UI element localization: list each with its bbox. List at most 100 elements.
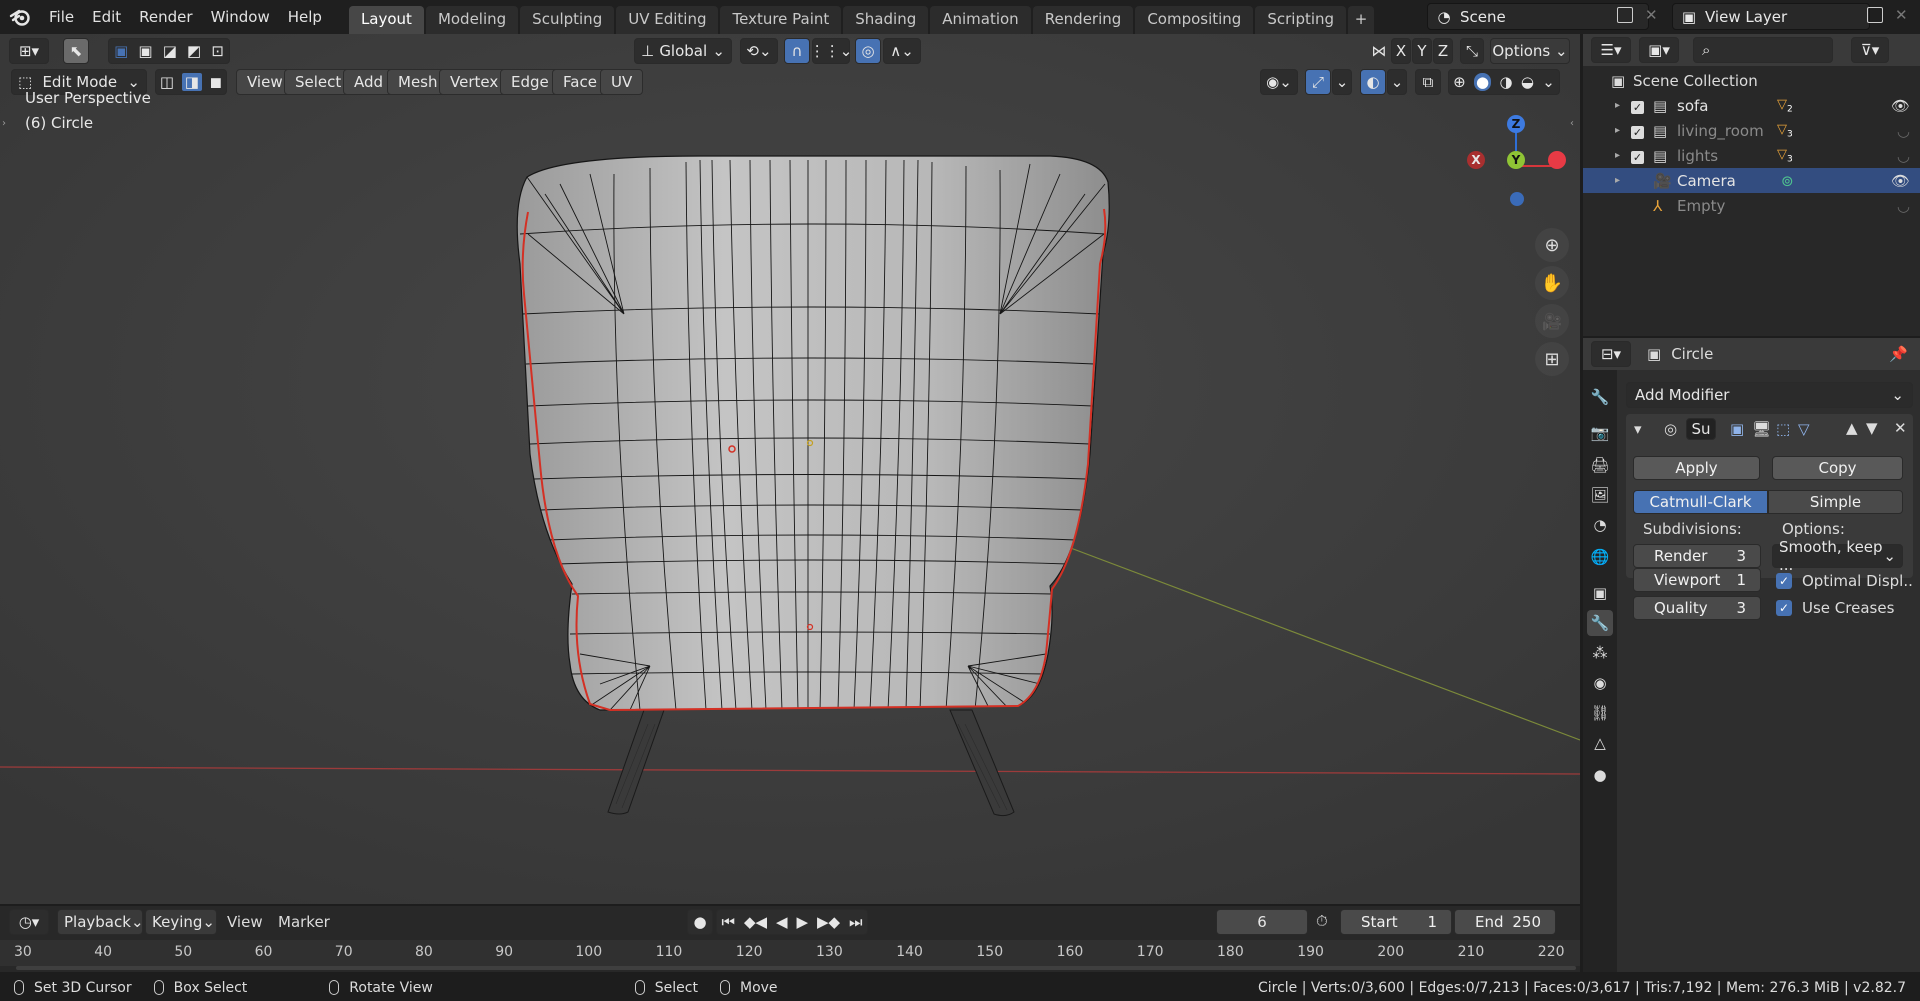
- select-invert-icon[interactable]: ◩: [187, 42, 201, 60]
- output-tab-icon[interactable]: 🖨: [1587, 452, 1613, 478]
- visibility-checkbox[interactable]: ✓: [1631, 97, 1653, 115]
- prev-keyframe-icon[interactable]: ◆◀: [744, 913, 767, 931]
- edge-select-icon[interactable]: ◨: [181, 73, 202, 91]
- blender-logo-icon[interactable]: [0, 0, 40, 34]
- expand-arrow-icon[interactable]: ▸: [1615, 125, 1631, 136]
- select-element-group[interactable]: ◫ ◨ ◼: [155, 69, 227, 95]
- quality-field[interactable]: Quality 3: [1633, 596, 1761, 620]
- display-mode-dropdown[interactable]: ▣▾: [1639, 37, 1679, 63]
- hidden-eye-icon[interactable]: ◡: [1897, 197, 1910, 215]
- hidden-eye-icon[interactable]: ◡: [1897, 147, 1910, 165]
- scene-selector[interactable]: ◔ Scene: [1427, 3, 1649, 30]
- move-up-icon[interactable]: ▲: [1846, 419, 1858, 437]
- gizmo-y-axis[interactable]: Y: [1507, 151, 1525, 169]
- menu-edit[interactable]: Edit: [83, 0, 130, 34]
- solid-shading-icon[interactable]: ●: [1474, 73, 1492, 91]
- add-modifier-dropdown[interactable]: Add Modifier ⌄: [1626, 382, 1913, 408]
- menu-help[interactable]: Help: [279, 0, 331, 34]
- wireframe-shading-icon[interactable]: ⊕: [1453, 73, 1466, 91]
- menu-render[interactable]: Render: [130, 0, 201, 34]
- world-tab-icon[interactable]: 🌐: [1587, 544, 1613, 570]
- new-view-layer-icon[interactable]: [1867, 7, 1883, 23]
- add-workspace-button[interactable]: +: [1348, 6, 1375, 34]
- outliner-row-camera[interactable]: ▸ 🎥 Camera ⊚ 👁: [1583, 168, 1920, 193]
- timeline-menu-view[interactable]: View: [227, 913, 263, 931]
- menu-file[interactable]: File: [40, 0, 83, 34]
- view-layer-tab-icon[interactable]: 🖼: [1587, 482, 1613, 508]
- use-creases-checkbox[interactable]: ✓ Use Creases: [1776, 599, 1894, 617]
- mirror-y-toggle[interactable]: Y: [1412, 38, 1432, 64]
- modifier-name-field[interactable]: Su: [1686, 418, 1716, 440]
- tab-layout[interactable]: Layout: [348, 6, 424, 34]
- next-keyframe-icon[interactable]: ▶◆: [817, 913, 840, 931]
- timeline-scrollbar[interactable]: [16, 966, 1576, 970]
- constraints-tab-icon[interactable]: ⛓: [1587, 700, 1613, 726]
- end-frame-field[interactable]: End 250: [1454, 909, 1556, 935]
- vertex-select-icon[interactable]: ◫: [160, 73, 174, 91]
- gizmo-neg-x-dot[interactable]: [1548, 151, 1566, 169]
- snap-target-dropdown[interactable]: ⋮⋮⌄: [810, 38, 852, 64]
- pin-icon[interactable]: 📌: [1889, 345, 1908, 363]
- move-down-icon[interactable]: ▼: [1866, 419, 1878, 437]
- object-tab-icon[interactable]: ▣: [1587, 580, 1613, 606]
- xray-toggle[interactable]: ⧉: [1415, 69, 1441, 95]
- filter-dropdown[interactable]: ⊽▾: [1851, 37, 1889, 63]
- select-subtract-icon[interactable]: ◪: [163, 42, 177, 60]
- expand-arrow-icon[interactable]: ▸: [1615, 150, 1631, 161]
- frame-ruler[interactable]: 30 40 50 60 70 80 90 100 110 120 130 140 150 160 170 18…: [0, 940, 1580, 966]
- jump-end-icon[interactable]: ⏭: [849, 913, 863, 931]
- 3d-viewport[interactable]: ⊞▾ ⬉ ▣ ▣ ◪ ◩ ⊡ ⊥ Global ⌄ ⟲⌄ ∩ ⋮⋮⌄ ◎ ∧⌄ ⋈ X Y …: [0, 34, 1580, 904]
- uv-smooth-dropdown[interactable]: Smooth, keep ... ⌄: [1772, 538, 1903, 574]
- outliner-row-sofa[interactable]: ▸ ✓ ▤ sofa ▽2 👁: [1583, 93, 1920, 118]
- gizmo-neg-z-dot[interactable]: [1510, 192, 1524, 206]
- render-levels-field[interactable]: Render 3: [1633, 544, 1761, 568]
- physics-tab-icon[interactable]: ◉: [1587, 670, 1613, 696]
- collapse-arrow-icon[interactable]: ▾: [1634, 420, 1642, 438]
- modifier-tab-icon[interactable]: 🔧: [1587, 610, 1613, 636]
- ortho-grid-icon[interactable]: ⊞: [1535, 342, 1569, 376]
- pivot-point-dropdown[interactable]: ⟲⌄: [740, 38, 778, 64]
- transform-orientation-dropdown[interactable]: ⊥ Global ⌄: [634, 38, 732, 64]
- tab-shading[interactable]: Shading: [843, 6, 929, 34]
- gizmo-dropdown[interactable]: ⌄: [1332, 69, 1352, 95]
- options-dropdown[interactable]: Options ⌄: [1490, 38, 1570, 64]
- mirror-x-toggle[interactable]: X: [1391, 38, 1411, 64]
- auto-merge-icon[interactable]: ⤡: [1460, 38, 1484, 64]
- keying-dropdown[interactable]: Keying ⌄: [145, 909, 217, 935]
- optimal-display-checkbox[interactable]: ✓ Optimal Displ..: [1776, 572, 1913, 590]
- outliner-row-lights[interactable]: ▸ ✓ ▤ lights ▽3 ◡: [1583, 143, 1920, 168]
- editmode-display-icon[interactable]: ⬚: [1776, 420, 1790, 438]
- outliner-editor-type-button[interactable]: ☰▾: [1591, 37, 1631, 63]
- material-shading-icon[interactable]: ◑: [1499, 73, 1512, 91]
- mirror-z-toggle[interactable]: Z: [1433, 38, 1453, 64]
- gizmo-z-axis[interactable]: Z: [1507, 115, 1525, 133]
- sidebar-collapse-icon[interactable]: ‹: [1570, 118, 1574, 129]
- camera-view-icon[interactable]: 🎥: [1535, 304, 1569, 338]
- visibility-checkbox[interactable]: ✓: [1631, 122, 1653, 140]
- simple-option[interactable]: Simple: [1768, 490, 1903, 514]
- eye-icon[interactable]: 👁: [1891, 172, 1910, 190]
- editor-type-button[interactable]: ⊞▾: [9, 38, 49, 64]
- tab-uv-editing[interactable]: UV Editing: [616, 6, 719, 34]
- tab-modeling[interactable]: Modeling: [425, 6, 519, 34]
- tab-sculpting[interactable]: Sculpting: [520, 6, 615, 34]
- properties-editor-type-button[interactable]: ⊟▾: [1591, 341, 1631, 367]
- realtime-display-icon[interactable]: 🖥: [1752, 420, 1771, 438]
- viewport-menu-edge[interactable]: Edge: [500, 69, 560, 95]
- viewport-menu-uv[interactable]: UV: [600, 69, 644, 95]
- start-frame-field[interactable]: Start 1: [1340, 909, 1452, 935]
- stopwatch-icon[interactable]: ⏱: [1316, 912, 1328, 930]
- outliner-row-living-room[interactable]: ▸ ✓ ▤ living_room ▽3 ◡: [1583, 118, 1920, 143]
- select-extend-icon[interactable]: ▣: [138, 42, 152, 60]
- outliner-root-row[interactable]: ▣ Scene Collection: [1583, 68, 1920, 93]
- view-layer-selector[interactable]: ▣ View Layer: [1672, 3, 1870, 30]
- timeline-editor-type-button[interactable]: ◷▾: [9, 909, 49, 935]
- toolbar-collapse-icon[interactable]: ›: [2, 118, 6, 129]
- visibility-checkbox[interactable]: ✓: [1631, 147, 1653, 165]
- tab-animation[interactable]: Animation: [930, 6, 1031, 34]
- select-intersect-icon[interactable]: ⊡: [211, 42, 224, 60]
- record-button[interactable]: ●: [687, 909, 713, 935]
- rendered-shading-icon[interactable]: ◒: [1521, 73, 1534, 91]
- mirror-icon[interactable]: ⋈: [1368, 38, 1390, 64]
- play-reverse-icon[interactable]: ◀: [776, 913, 788, 931]
